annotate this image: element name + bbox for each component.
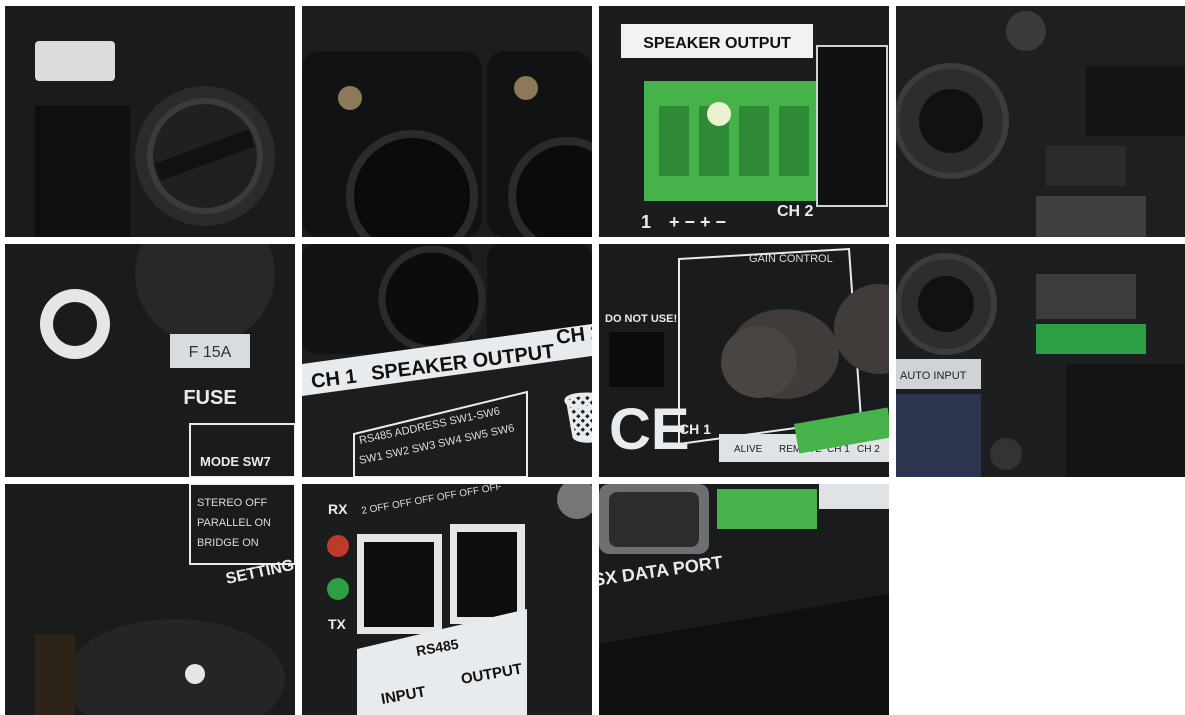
mode-table-title: MODE SW7 xyxy=(200,454,271,469)
speaker-output-top-label: SPEAKER OUTPUT xyxy=(643,35,791,52)
photo-tile-xlr-jack xyxy=(896,6,1185,237)
photo-tile-speaker-output-label: CH 1 SPEAKER OUTPUT CH 2 RS485 ADDRESS S… xyxy=(302,244,592,477)
mode-row-parallel: PARALLEL ON xyxy=(197,517,271,529)
rx-label: RX xyxy=(328,501,348,517)
photo-tile-settings: STEREO OFF PARALLEL ON BRIDGE ON SETTING… xyxy=(5,484,295,715)
auto-input-label: AUTO INPUT xyxy=(900,370,967,382)
fuse-rating-label: F 15A xyxy=(189,344,232,361)
ce-mark: CE xyxy=(609,397,690,462)
photo-tile-fuse-label: F 15A FUSE MODE SW7 xyxy=(5,244,295,477)
photo-tile-auto-input: AUTO INPUT xyxy=(896,244,1185,477)
speaker-output-ch2-label: CH 2 xyxy=(555,322,592,349)
empty-grid-cell xyxy=(896,484,1185,715)
photo-tile-sx-data-port: SX DATA PORT xyxy=(599,484,889,715)
do-not-use-label: DO NOT USE! xyxy=(605,313,677,325)
fuse-label: FUSE xyxy=(183,387,236,409)
photo-tile-speaker-terminal: SPEAKER OUTPUT 1 + − + − CH 2 xyxy=(599,6,889,237)
alive-label: ALIVE xyxy=(734,444,763,455)
photo-tile-rs485: RX TX 2 OFF OFF OFF OFF OFF OFF RS485 IN… xyxy=(302,484,592,715)
ch2-led-label: CH 2 xyxy=(857,444,880,455)
mode-row-bridge: BRIDGE ON xyxy=(197,537,259,549)
gain-control-label: GAIN CONTROL xyxy=(749,253,833,265)
gain-ch1-label: CH 1 xyxy=(679,421,711,437)
ch1-small-label: 1 xyxy=(641,212,651,232)
photo-tile-fuse xyxy=(5,6,295,237)
photo-tile-gain-control: DO NOT USE! CE GAIN CONTROL CH 1 ALIVE R… xyxy=(599,244,889,477)
photo-tile-speakon-top xyxy=(302,6,592,237)
ch2-small-label: CH 2 xyxy=(777,203,814,220)
mode-row-stereo: STEREO OFF xyxy=(197,497,268,509)
terminal-signs-label: + − + − xyxy=(669,212,726,232)
weee-bin-icon: 🗑 xyxy=(557,392,592,445)
tx-label: TX xyxy=(328,616,347,632)
